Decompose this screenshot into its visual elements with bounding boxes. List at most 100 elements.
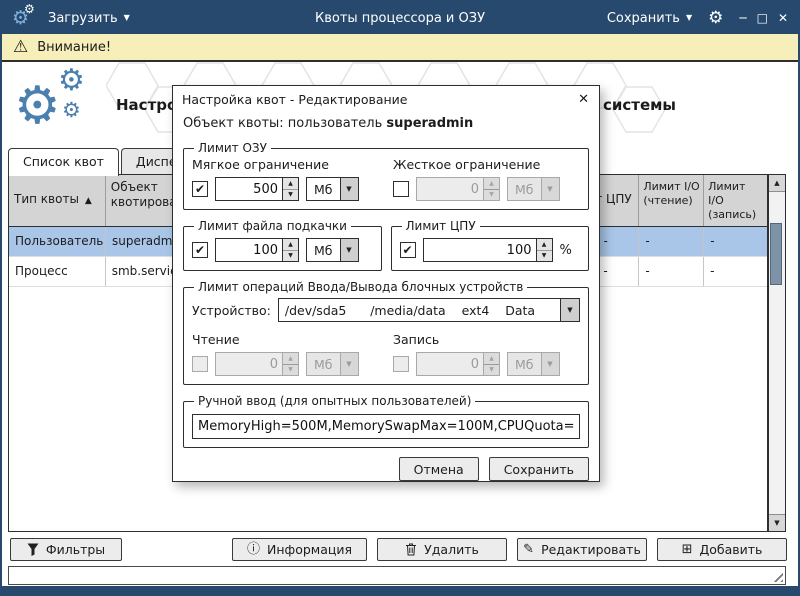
info-button[interactable]: ⓘ Информация — [232, 538, 367, 561]
quota-subject: Объект квоты: пользователь superadmin — [183, 116, 589, 131]
spinner-up-icon[interactable]: ▲ — [283, 239, 298, 251]
spinner-up-icon[interactable]: ▲ — [283, 178, 298, 190]
info-icon: ⓘ — [247, 543, 260, 556]
minimize-button[interactable]: ─ — [739, 11, 746, 25]
warning-icon: ⚠ — [13, 39, 28, 56]
close-button[interactable]: ✕ — [778, 11, 788, 25]
io-write-input — [417, 353, 483, 375]
unit-value: Мб — [307, 178, 340, 200]
dropdown-arrow-icon: ▼ — [340, 353, 358, 375]
dialog-title: Настройка квот - Редактирование — [182, 92, 408, 107]
hard-limit-unit-select: Мб ▼ — [507, 177, 560, 201]
warning-bar: ⚠ Внимание! — [2, 34, 798, 62]
app-logo-gears: ⚙ ⚙ ⚙ — [14, 70, 106, 142]
ram-limit-legend: Лимит ОЗУ — [194, 141, 271, 155]
soft-limit-unit-select[interactable]: Мб ▼ — [306, 177, 359, 201]
swap-limit-input[interactable] — [216, 239, 282, 261]
soft-limit-spinner: ▲ ▼ — [215, 177, 299, 201]
cell-io-write: - — [704, 227, 767, 256]
edit-button-label: Редактировать — [541, 542, 641, 557]
manual-input-field[interactable] — [192, 414, 580, 439]
io-write-unit-select: Мб ▼ — [507, 352, 560, 376]
scroll-up-button[interactable]: ▲ — [769, 175, 785, 192]
spinner-down-icon[interactable]: ▼ — [283, 190, 298, 201]
spinner-down-icon: ▼ — [484, 365, 499, 376]
page-heading-right-fragment: системы — [603, 96, 676, 114]
window-bottom-frame — [2, 586, 798, 594]
hard-limit-checkbox[interactable] — [393, 181, 409, 197]
spinner-up-icon[interactable]: ▲ — [537, 239, 552, 251]
spinner-up-icon: ▲ — [283, 353, 298, 365]
dropdown-arrow-icon[interactable]: ▼ — [340, 239, 358, 261]
dialog-close-button[interactable]: ✕ — [577, 93, 590, 106]
cpu-limit-spinner: ▲ ▼ — [423, 238, 553, 262]
hard-limit-input — [417, 178, 483, 200]
filter-icon — [27, 543, 39, 556]
spinner-down-icon[interactable]: ▼ — [283, 251, 298, 262]
io-read-unit-select: Мб ▼ — [306, 352, 359, 376]
delete-button-label: Удалить — [424, 542, 479, 557]
soft-limit-checkbox[interactable]: ✔ — [192, 181, 208, 197]
cpu-limit-input[interactable] — [424, 239, 536, 261]
swap-limit-legend: Лимит файла подкачки — [194, 219, 351, 233]
edit-icon: ✎ — [523, 543, 534, 556]
info-button-label: Информация — [267, 542, 352, 557]
dropdown-arrow-icon[interactable]: ▼ — [560, 299, 579, 321]
ram-limit-group: Лимит ОЗУ Мягкое ограничение ✔ ▲ ▼ — [183, 141, 589, 210]
scrollbar-thumb[interactable] — [770, 223, 782, 285]
resize-grip[interactable] — [770, 569, 783, 582]
manual-input-group: Ручной ввод (для опытных пользователей) — [183, 394, 589, 448]
device-select[interactable]: /dev/sda5 /media/data ext4 Data ▼ — [278, 298, 580, 322]
spinner-down-icon[interactable]: ▼ — [537, 251, 552, 262]
soft-limit-input[interactable] — [216, 178, 282, 200]
app-gears-icon: ⚙ ⚙ — [12, 6, 38, 30]
settings-gear-icon[interactable]: ⚙ — [708, 10, 723, 27]
unit-value: Мб — [307, 239, 340, 261]
soft-limit-label: Мягкое ограничение — [192, 157, 379, 172]
swap-limit-group: Лимит файла подкачки ✔ ▲ ▼ Мб ▼ — [183, 219, 382, 271]
dropdown-arrow-icon[interactable]: ▼ — [340, 178, 358, 200]
io-write-label: Запись — [393, 332, 580, 347]
save-button[interactable]: Сохранить ▼ — [607, 11, 692, 26]
cancel-button[interactable]: Отмена — [399, 457, 479, 481]
column-header-io-write[interactable]: Лимит I/O (запись) — [704, 175, 767, 226]
edit-button[interactable]: ✎ Редактировать — [517, 538, 647, 561]
save-button-label: Сохранить — [607, 11, 680, 26]
cpu-limit-legend: Лимит ЦПУ — [402, 219, 480, 233]
filters-button[interactable]: Фильтры — [10, 538, 122, 561]
manual-input-legend: Ручной ввод (для опытных пользователей) — [194, 394, 475, 408]
device-select-value: /dev/sda5 /media/data ext4 Data — [279, 299, 560, 321]
spinner-up-icon: ▲ — [484, 353, 499, 365]
status-bar — [8, 566, 786, 585]
filters-button-label: Фильтры — [46, 542, 105, 557]
dialog-save-button[interactable]: Сохранить — [489, 457, 589, 481]
column-header-io-read[interactable]: Лимит I/O (чтение) — [639, 175, 704, 226]
quota-edit-dialog: Настройка квот - Редактирование ✕ Объект… — [172, 85, 600, 482]
load-button[interactable]: Загрузить ▼ — [48, 11, 130, 26]
io-read-checkbox — [192, 356, 208, 372]
spinner-down-icon: ▼ — [484, 190, 499, 201]
hard-limit-spinner: ▲ ▼ — [416, 177, 500, 201]
gear-icon: ⚙ — [14, 80, 61, 132]
delete-button[interactable]: Удалить — [377, 538, 507, 561]
load-button-label: Загрузить — [48, 11, 118, 26]
add-icon: ⊞ — [682, 543, 693, 556]
app-window: ⚙ ⚙ Загрузить ▼ Квоты процессора и ОЗУ С… — [0, 0, 800, 596]
vertical-scrollbar[interactable]: ▲ ▼ — [768, 174, 786, 532]
cell-io-read: - — [639, 257, 704, 286]
tab-quota-list[interactable]: Список квот — [8, 148, 119, 176]
scroll-down-button[interactable]: ▼ — [769, 514, 785, 531]
swap-limit-spinner: ▲ ▼ — [215, 238, 299, 262]
warning-text: Внимание! — [37, 40, 111, 55]
add-button[interactable]: ⊞ Добавить — [657, 538, 787, 561]
io-limit-group: Лимит операций Ввода/Вывода блочных устр… — [183, 280, 589, 385]
chevron-down-icon: ▼ — [686, 14, 692, 22]
swap-limit-unit-select[interactable]: Мб ▼ — [306, 238, 359, 262]
swap-limit-checkbox[interactable]: ✔ — [192, 242, 208, 258]
unit-value: Мб — [307, 353, 340, 375]
cpu-limit-checkbox[interactable]: ✔ — [400, 242, 416, 258]
quota-subject-prefix: Объект квоты: пользователь — [183, 116, 382, 131]
cell-quota-type: Пользователь — [9, 227, 106, 256]
maximize-button[interactable]: □ — [757, 11, 768, 25]
column-header-quota-type[interactable]: Тип квоты▲ — [9, 175, 106, 226]
